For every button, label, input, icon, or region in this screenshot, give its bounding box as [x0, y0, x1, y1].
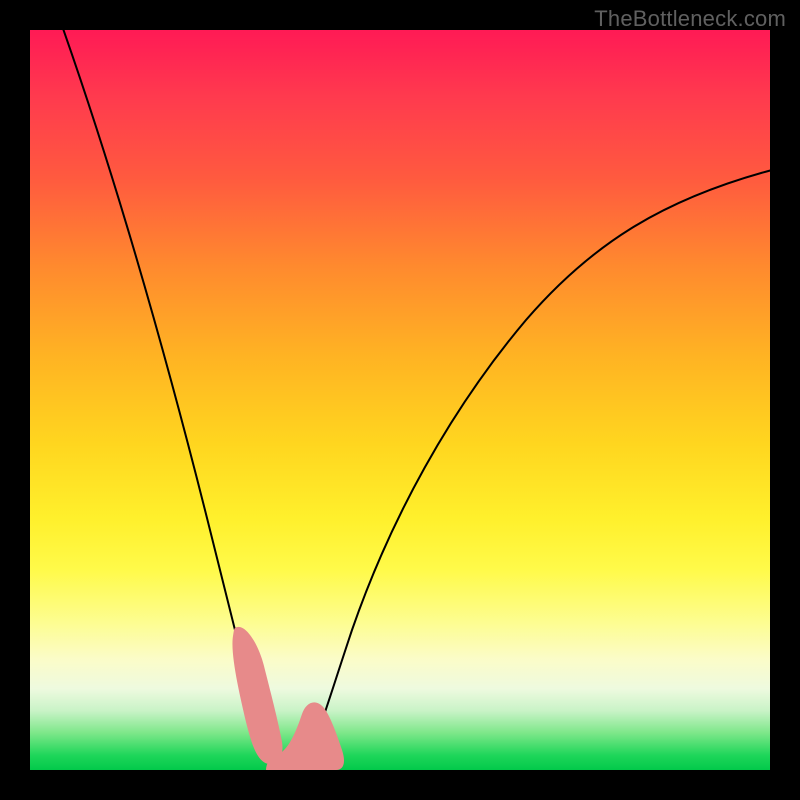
chart-frame: TheBottleneck.com: [0, 0, 800, 800]
watermark-label: TheBottleneck.com: [594, 6, 786, 32]
plot-area: [30, 30, 770, 770]
sweet-spot-left: [232, 627, 282, 764]
sweet-spot-markers: [30, 30, 770, 770]
